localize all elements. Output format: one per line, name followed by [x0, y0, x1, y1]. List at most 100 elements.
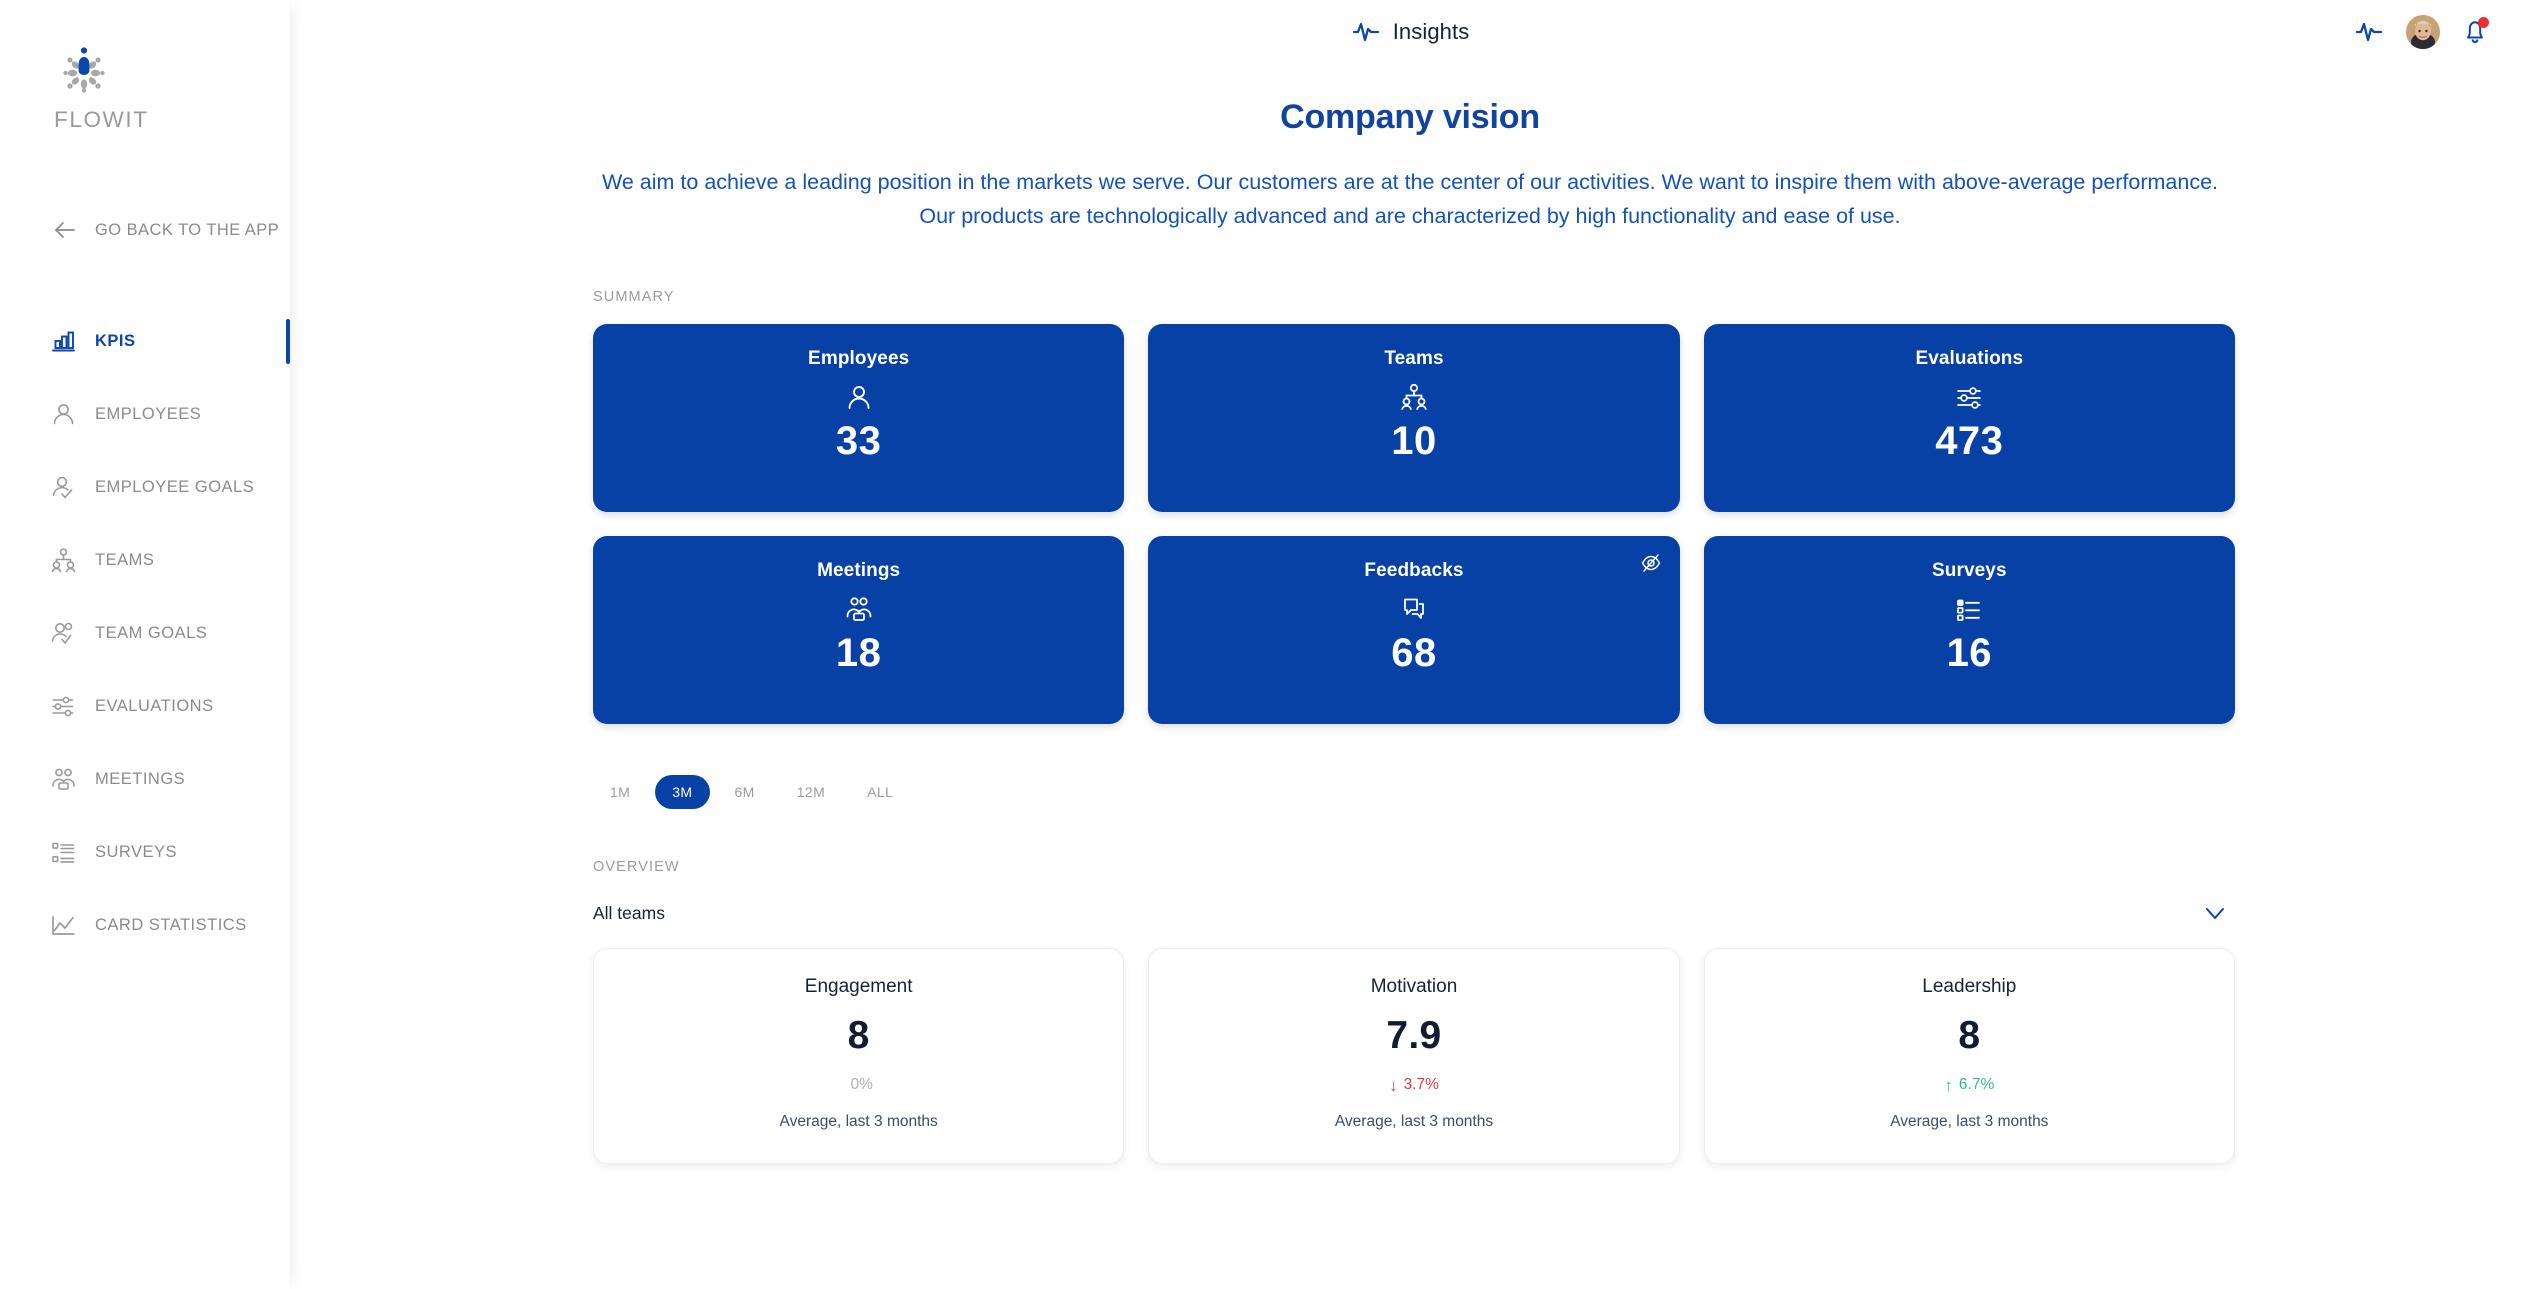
line-chart-icon	[50, 912, 77, 939]
trend-up-icon: ↑	[1944, 1077, 1953, 1094]
metric-value: 8	[848, 1014, 870, 1058]
summary-card-value: 68	[1391, 631, 1437, 676]
range-pill-all[interactable]: ALL	[850, 775, 910, 809]
metric-title: Engagement	[805, 976, 913, 998]
sidebar-item-label: SURVEYS	[95, 843, 177, 862]
sidebar-item-label: KPIS	[95, 332, 136, 351]
metric-card-motivation[interactable]: Motivation 7.9 ↓ 3.7% Average, last 3 mo…	[1148, 948, 1679, 1164]
metric-title: Motivation	[1371, 976, 1458, 998]
list-icon	[1954, 595, 1984, 625]
metric-delta-value: 0%	[850, 1076, 872, 1094]
summary-card-meetings[interactable]: Meetings 18	[593, 536, 1124, 724]
avatar-photo-icon	[2406, 15, 2440, 49]
sidebar-item-label: TEAM GOALS	[95, 624, 207, 643]
app-root: FLOWIT GO BACK TO THE APP	[0, 0, 2530, 1289]
company-vision-title: Company vision	[290, 98, 2530, 137]
go-back-label: GO BACK TO THE APP	[95, 221, 279, 240]
meeting-people-icon	[844, 595, 874, 625]
metric-card-engagement[interactable]: Engagement 8 0% Average, last 3 months	[593, 948, 1124, 1164]
sidebar-item-meetings[interactable]: MEETINGS	[0, 743, 290, 816]
summary-card-title: Employees	[808, 348, 909, 370]
summary-card-value: 33	[836, 419, 882, 464]
summary-card-feedbacks[interactable]: Feedbacks	[1148, 536, 1679, 724]
feedback-icon	[1399, 595, 1429, 625]
avatar[interactable]	[2406, 15, 2440, 49]
dashboard-grid: SUMMARY Employees 33 Teams	[585, 289, 2235, 1164]
eye-off-icon[interactable]	[1640, 552, 1662, 574]
topbar: Insights	[290, 0, 2530, 64]
user-icon	[50, 401, 77, 428]
sidebar-item-label: TEAMS	[95, 551, 154, 570]
summary-card-title: Teams	[1384, 348, 1443, 370]
summary-section-label: SUMMARY	[593, 289, 2235, 305]
list-icon	[50, 839, 77, 866]
summary-card-title: Meetings	[817, 560, 900, 582]
metric-delta-value: 3.7%	[1404, 1076, 1439, 1094]
metric-delta-value: 6.7%	[1959, 1076, 1994, 1094]
topbar-title-group: Insights	[290, 0, 2530, 64]
overview-section-label: OVERVIEW	[593, 859, 2235, 875]
users-check-icon	[50, 620, 77, 647]
user-icon	[844, 383, 874, 413]
metric-title: Leadership	[1922, 976, 2016, 998]
summary-card-evaluations[interactable]: Evaluations 473	[1704, 324, 2235, 512]
pulse-icon[interactable]	[2354, 17, 2384, 47]
summary-card-teams[interactable]: Teams 10	[1148, 324, 1679, 512]
metric-subtitle: Average, last 3 months	[1335, 1113, 1493, 1131]
summary-card-title: Surveys	[1932, 560, 2007, 582]
sidebar-item-label: CARD STATISTICS	[95, 916, 247, 935]
overview-metrics-grid: Engagement 8 0% Average, last 3 months M…	[593, 948, 2235, 1164]
sidebar: FLOWIT GO BACK TO THE APP	[0, 0, 290, 1289]
summary-card-employees[interactable]: Employees 33	[593, 324, 1124, 512]
metric-delta: ↑ 6.7%	[1944, 1076, 1994, 1094]
content-area: Company vision We aim to achieve a leadi…	[290, 98, 2530, 1164]
metric-delta: ↓ 3.7%	[1389, 1076, 1439, 1094]
pulse-icon	[1351, 17, 1381, 47]
sidebar-item-employee-goals[interactable]: EMPLOYEE GOALS	[0, 451, 290, 524]
metric-card-leadership[interactable]: Leadership 8 ↑ 6.7% Average, last 3 mont…	[1704, 948, 2235, 1164]
sidebar-item-label: EMPLOYEES	[95, 405, 201, 424]
go-back-to-app-button[interactable]: GO BACK TO THE APP	[0, 217, 290, 243]
metric-value: 7.9	[1386, 1014, 1441, 1058]
sidebar-item-team-goals[interactable]: TEAM GOALS	[0, 597, 290, 670]
notifications-button[interactable]	[2462, 17, 2488, 47]
sidebar-item-surveys[interactable]: SURVEYS	[0, 816, 290, 889]
sliders-icon	[1954, 383, 1984, 413]
metric-value: 8	[1958, 1014, 1980, 1058]
org-chart-icon	[1399, 383, 1429, 413]
arrow-left-icon	[52, 217, 78, 243]
logo[interactable]: FLOWIT	[0, 0, 290, 133]
summary-card-title: Feedbacks	[1364, 560, 1463, 582]
summary-card-title: Evaluations	[1915, 348, 2023, 370]
range-pill-6m[interactable]: 6M	[718, 775, 772, 809]
logo-text: FLOWIT	[54, 107, 290, 133]
range-pill-12m[interactable]: 12M	[780, 775, 842, 809]
sidebar-item-card-statistics[interactable]: CARD STATISTICS	[0, 889, 290, 962]
sidebar-item-kpis[interactable]: KPIS	[0, 305, 290, 378]
trend-down-icon: ↓	[1389, 1077, 1398, 1094]
time-range-filter: 1M 3M 6M 12M ALL	[593, 775, 2235, 809]
company-vision-body: We aim to achieve a leading position in …	[595, 166, 2225, 233]
team-selector[interactable]: All teams	[593, 899, 2235, 927]
sidebar-item-employees[interactable]: EMPLOYEES	[0, 378, 290, 451]
range-pill-3m[interactable]: 3M	[655, 775, 709, 809]
summary-card-value: 473	[1935, 419, 2003, 464]
sidebar-item-teams[interactable]: TEAMS	[0, 524, 290, 597]
flowit-logo-icon	[52, 42, 116, 104]
summary-card-value: 18	[836, 631, 882, 676]
metric-subtitle: Average, last 3 months	[780, 1113, 938, 1131]
team-selector-value: All teams	[593, 903, 665, 924]
sliders-icon	[50, 693, 77, 720]
page-title: Insights	[1393, 19, 1470, 45]
bar-chart-icon	[50, 328, 77, 355]
sidebar-item-label: EMPLOYEE GOALS	[95, 478, 254, 497]
chevron-down-icon[interactable]	[2201, 899, 2229, 927]
org-chart-icon	[50, 547, 77, 574]
sidebar-item-evaluations[interactable]: EVALUATIONS	[0, 670, 290, 743]
main-content: Insights	[290, 0, 2530, 1289]
range-pill-1m[interactable]: 1M	[593, 775, 647, 809]
summary-card-surveys[interactable]: Surveys 16	[1704, 536, 2235, 724]
metric-subtitle: Average, last 3 months	[1890, 1113, 2048, 1131]
meeting-people-icon	[50, 766, 77, 793]
summary-card-value: 10	[1391, 419, 1437, 464]
